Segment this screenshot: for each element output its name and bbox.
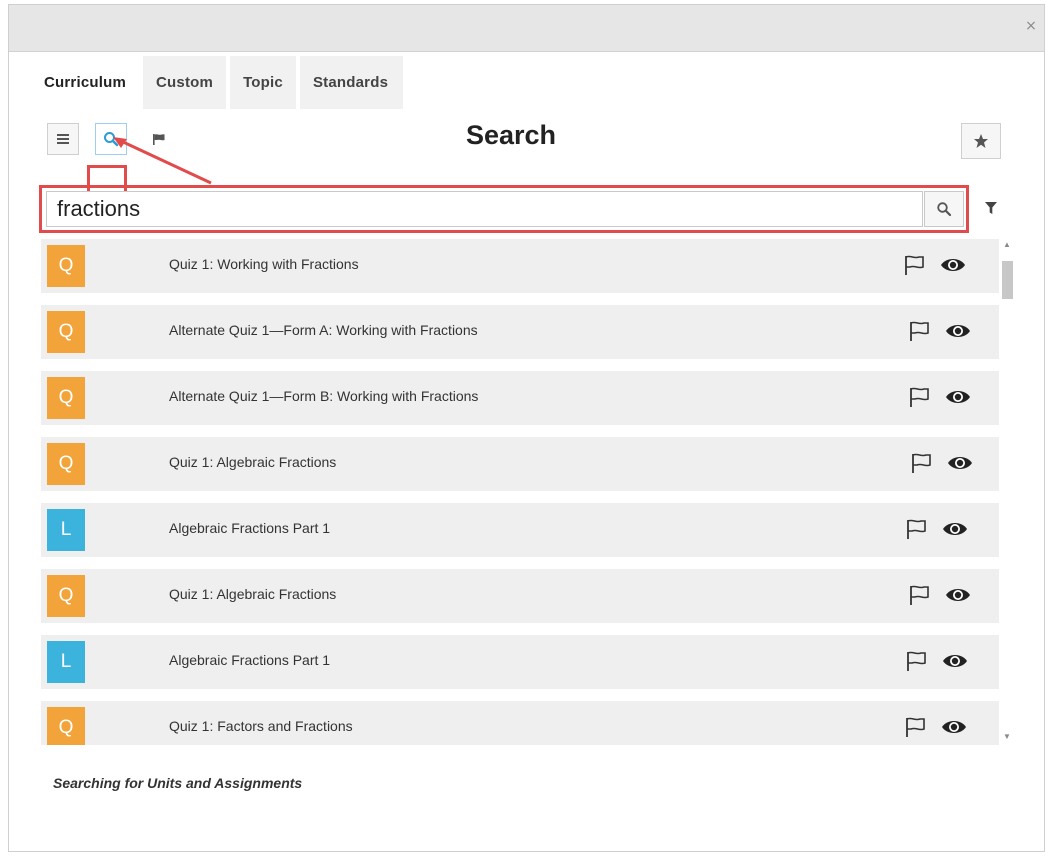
filter-icon [985, 202, 997, 214]
search-status-note: Searching for Units and Assignments [53, 775, 303, 791]
result-title: Algebraic Fractions Part 1 [169, 520, 331, 536]
result-title: Algebraic Fractions Part 1 [169, 652, 331, 668]
preview-eye-icon[interactable] [941, 517, 969, 541]
result-row[interactable]: Q Alternate Quiz 1—Form A: Working with F… [41, 305, 999, 359]
quiz-badge: Q [47, 377, 85, 419]
quiz-badge: Q [47, 443, 85, 485]
result-title: Alternate Quiz 1—Form A: Working with Fr… [169, 322, 478, 338]
filter-button[interactable] [975, 190, 1007, 226]
close-icon[interactable]: × [1024, 19, 1038, 33]
lesson-badge: L [47, 641, 85, 683]
result-row[interactable]: Q Quiz 1: Working with Fractions [41, 239, 999, 293]
results-list: Q Quiz 1: Working with Fractions Q Alternat… [41, 239, 999, 745]
result-row[interactable]: Q Alternate Quiz 1—Form B: Working with F… [41, 371, 999, 425]
result-title: Quiz 1: Working with Fractions [169, 256, 359, 272]
flag-outline-icon[interactable] [908, 319, 932, 343]
search-icon [937, 202, 952, 217]
tab-custom[interactable]: Custom [143, 56, 227, 109]
result-row[interactable]: L Algebraic Fractions Part 1 [41, 503, 999, 557]
tab-curriculum[interactable]: Curriculum [31, 56, 140, 109]
result-row[interactable]: L Algebraic Fractions Part 1 [41, 635, 999, 689]
preview-eye-icon[interactable] [940, 715, 968, 739]
flag-outline-icon[interactable] [908, 583, 932, 607]
preview-eye-icon[interactable] [944, 319, 972, 343]
flag-outline-icon[interactable] [904, 715, 928, 739]
result-row[interactable]: Q Quiz 1: Algebraic Fractions [41, 569, 999, 623]
result-row[interactable]: Q Quiz 1: Factors and Fractions [41, 701, 999, 745]
preview-eye-icon[interactable] [939, 253, 967, 277]
tab-topic[interactable]: Topic [230, 56, 296, 109]
list-icon [57, 134, 69, 144]
search-input[interactable] [46, 191, 923, 227]
search-pane: Search Q Quiz 1: Working with Fractions Q A… [31, 109, 1019, 826]
result-title: Quiz 1: Algebraic Fractions [169, 454, 337, 470]
quiz-badge: Q [47, 575, 85, 617]
page-title: Search [465, 120, 557, 150]
result-title: Quiz 1: Factors and Fractions [169, 718, 353, 734]
star-icon [974, 134, 988, 148]
annotation-arrow [113, 137, 212, 185]
flag-outline-icon[interactable] [908, 385, 932, 409]
flag-outline-icon[interactable] [903, 253, 927, 277]
preview-eye-icon[interactable] [944, 385, 972, 409]
favorites-button[interactable] [961, 123, 1001, 159]
quiz-badge: Q [47, 311, 85, 353]
content-panel: Curriculum Custom Topic Standards Search… [31, 56, 1019, 826]
preview-eye-icon[interactable] [941, 649, 969, 673]
tab-bar: Curriculum Custom Topic Standards [31, 56, 407, 109]
flag-outline-icon[interactable] [905, 517, 929, 541]
search-bar [39, 185, 969, 233]
preview-eye-icon[interactable] [946, 451, 974, 475]
tab-standards[interactable]: Standards [299, 56, 404, 109]
lesson-badge: L [47, 509, 85, 551]
scroll-up-icon[interactable]: ▲ [1002, 241, 1012, 249]
results-scrollbar[interactable]: ▲ ▼ [999, 239, 1015, 745]
quiz-badge: Q [47, 245, 85, 287]
quiz-badge: Q [47, 707, 85, 745]
result-title: Alternate Quiz 1—Form B: Working with Fr… [169, 388, 479, 404]
preview-eye-icon[interactable] [944, 583, 972, 607]
scroll-down-icon[interactable]: ▼ [1002, 733, 1012, 741]
list-view-button[interactable] [47, 123, 79, 155]
scroll-thumb[interactable] [1002, 261, 1013, 299]
result-title: Quiz 1: Algebraic Fractions [169, 586, 337, 602]
dialog-titlebar: × [9, 5, 1044, 52]
result-row[interactable]: Q Quiz 1: Algebraic Fractions [41, 437, 999, 491]
flag-outline-icon[interactable] [910, 451, 934, 475]
search-submit-button[interactable] [924, 191, 964, 227]
flag-outline-icon[interactable] [905, 649, 929, 673]
